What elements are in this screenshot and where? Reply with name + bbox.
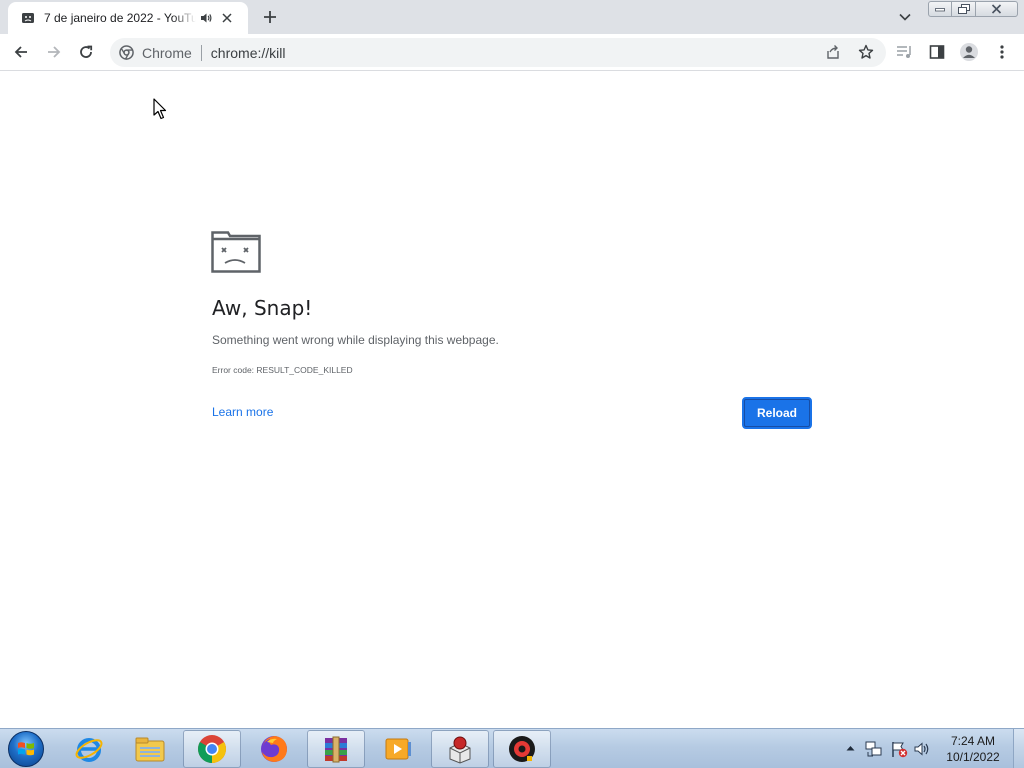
side-panel-icon bbox=[929, 45, 945, 59]
new-tab-button[interactable] bbox=[258, 6, 282, 28]
firefox-icon bbox=[261, 736, 287, 762]
taskbar-installer[interactable] bbox=[431, 730, 489, 768]
chevron-down-icon bbox=[899, 13, 911, 21]
side-panel-button[interactable] bbox=[924, 39, 950, 65]
forward-button[interactable] bbox=[41, 39, 67, 65]
chevron-up-icon bbox=[846, 746, 854, 751]
windows-logo-icon bbox=[8, 731, 44, 767]
url-text[interactable]: chrome://kill bbox=[211, 45, 286, 61]
taskbar-firefox[interactable] bbox=[245, 730, 303, 768]
clock-time: 7:24 AM bbox=[950, 734, 996, 748]
browser-toolbar: Chrome chrome://kill bbox=[0, 34, 1024, 71]
share-icon[interactable] bbox=[821, 40, 845, 64]
browser-tab[interactable]: 7 de janeiro de 2022 - YouTube bbox=[8, 2, 248, 34]
bookmark-star-icon[interactable] bbox=[854, 40, 878, 64]
media-player-icon bbox=[385, 738, 411, 760]
video-thumbnail-icon bbox=[20, 10, 36, 26]
action-center-icon bbox=[892, 742, 908, 758]
speaker-icon[interactable] bbox=[198, 10, 214, 26]
learn-more-link[interactable]: Learn more bbox=[212, 405, 273, 419]
tab-title: 7 de janeiro de 2022 - YouTube bbox=[44, 11, 196, 25]
address-bar[interactable]: Chrome chrome://kill bbox=[110, 38, 886, 67]
restore-icon bbox=[957, 4, 970, 14]
omnibox-chip: Chrome bbox=[142, 44, 192, 61]
file-explorer-icon bbox=[135, 737, 165, 762]
error-code: Error code: RESULT_CODE_KILLED bbox=[212, 365, 353, 375]
reload-toolbar-button[interactable] bbox=[73, 39, 99, 65]
volume-tray[interactable] bbox=[913, 740, 931, 758]
tab-search-button[interactable] bbox=[894, 6, 916, 28]
taskbar-screen-recorder[interactable] bbox=[493, 730, 551, 768]
refresh-icon bbox=[80, 45, 93, 58]
taskbar-chrome[interactable] bbox=[183, 730, 241, 768]
close-window-button[interactable] bbox=[975, 1, 1018, 17]
network-icon bbox=[865, 741, 882, 757]
sad-tab-icon bbox=[211, 231, 261, 273]
close-icon bbox=[991, 4, 1002, 14]
omnibox-divider bbox=[200, 44, 202, 61]
close-tab-icon[interactable] bbox=[218, 9, 236, 27]
kebab-menu-icon bbox=[1000, 45, 1004, 59]
plus-icon bbox=[264, 11, 276, 23]
clock-date: 10/1/2022 bbox=[946, 750, 1000, 764]
minimize-icon bbox=[935, 8, 945, 12]
profile-button[interactable] bbox=[956, 39, 982, 65]
start-button[interactable] bbox=[6, 730, 46, 768]
forward-arrow-icon bbox=[48, 46, 61, 58]
taskbar: 7:24 AM 10/1/2022 bbox=[0, 728, 1024, 768]
chrome-logo-icon bbox=[118, 45, 134, 61]
internet-explorer-icon bbox=[75, 738, 103, 762]
restore-button[interactable] bbox=[951, 1, 976, 17]
taskbar-file-explorer[interactable] bbox=[121, 730, 179, 768]
taskbar-media-player[interactable] bbox=[369, 730, 427, 768]
winrar-icon bbox=[325, 736, 347, 763]
back-button[interactable] bbox=[8, 39, 34, 65]
chrome-icon bbox=[198, 735, 226, 763]
profile-avatar-icon bbox=[960, 43, 978, 61]
menu-button[interactable] bbox=[989, 39, 1015, 65]
system-clock[interactable]: 7:24 AM 10/1/2022 bbox=[940, 733, 1006, 765]
volume-icon bbox=[914, 742, 929, 756]
crash-message: Something went wrong while displaying th… bbox=[212, 333, 499, 347]
show-desktop-button[interactable] bbox=[1013, 729, 1024, 768]
media-queue-icon bbox=[897, 46, 911, 58]
mouse-cursor-icon bbox=[153, 98, 167, 120]
tab-strip: 7 de janeiro de 2022 - YouTube bbox=[0, 0, 1024, 34]
taskbar-winrar[interactable] bbox=[307, 730, 365, 768]
installer-icon bbox=[449, 736, 471, 764]
reload-button[interactable]: Reload bbox=[742, 397, 812, 429]
crash-title: Aw, Snap! bbox=[212, 296, 313, 320]
minimize-button[interactable] bbox=[928, 1, 952, 17]
back-arrow-icon bbox=[14, 46, 27, 58]
taskbar-internet-explorer[interactable] bbox=[60, 730, 118, 768]
media-controls-button[interactable] bbox=[892, 39, 918, 65]
show-hidden-icons-button[interactable] bbox=[844, 742, 856, 754]
action-center-tray[interactable] bbox=[890, 740, 908, 758]
network-tray[interactable] bbox=[865, 740, 883, 758]
screen-recorder-icon bbox=[509, 736, 535, 762]
